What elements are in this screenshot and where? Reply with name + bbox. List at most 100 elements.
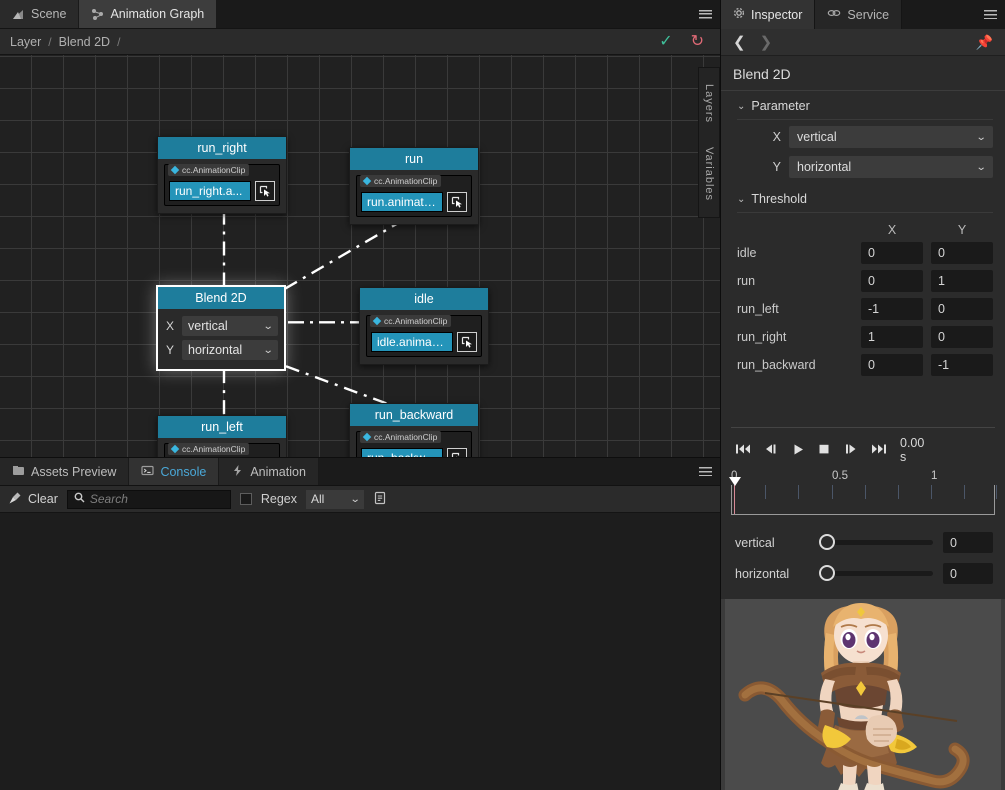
threshold-cell-y[interactable]: 1: [931, 270, 993, 292]
threshold-cell-x[interactable]: 0: [861, 242, 923, 264]
refresh-icon[interactable]: ↻: [691, 33, 704, 50]
console-clear-label: Clear: [28, 492, 58, 506]
editor-menu-button[interactable]: [690, 0, 720, 28]
threshold-cell-y[interactable]: 0: [931, 298, 993, 320]
tab-assets-preview[interactable]: Assets Preview: [0, 458, 130, 485]
parameter-x-label: X: [772, 130, 781, 144]
graph-canvas[interactable]: run_right cc.AnimationClip run_right.a..…: [0, 55, 720, 458]
graph-node-run[interactable]: run cc.AnimationClip run.animation: [349, 147, 479, 225]
timeline-tick-1: 0.5: [832, 470, 848, 482]
clip-picker-icon[interactable]: [447, 192, 467, 212]
blend-param-y-row: Y horizontal ⌄: [164, 340, 278, 360]
step-back-icon[interactable]: [764, 443, 779, 457]
threshold-cell-x[interactable]: -1: [861, 298, 923, 320]
threshold-cell-x[interactable]: 1: [861, 326, 923, 348]
clip-widget: cc.AnimationClip run_left.ani...: [164, 443, 280, 457]
timeline-playhead-handle[interactable]: [729, 477, 741, 486]
clip-picker-icon[interactable]: [447, 448, 467, 457]
clip-name-field[interactable]: run_right.a...: [169, 181, 251, 201]
search-icon: [74, 492, 85, 506]
graph-side-tabs: Layers Variables: [698, 67, 720, 219]
timeline-ruler[interactable]: [729, 477, 997, 515]
graph-node-run-right[interactable]: run_right cc.AnimationClip run_right.a..…: [157, 136, 287, 214]
clip-name-field[interactable]: run.animation: [361, 192, 443, 212]
broom-icon: [8, 491, 22, 508]
dock-tab-spacer: [318, 458, 720, 485]
timeline-playhead[interactable]: [734, 485, 735, 514]
console-clear-button[interactable]: Clear: [8, 491, 58, 508]
node-body: cc.AnimationClip run.animation: [350, 170, 478, 224]
side-tab-variables[interactable]: Variables: [699, 135, 719, 213]
tab-service[interactable]: Service: [815, 0, 903, 29]
tab-inspector[interactable]: Inspector: [721, 0, 816, 29]
slider-vertical-knob[interactable]: [819, 534, 835, 550]
slider-vertical-value[interactable]: 0: [943, 532, 993, 553]
slider-row-horizontal: horizontal 0: [721, 558, 1005, 589]
console-level-select[interactable]: All ⌄: [306, 489, 365, 509]
section-threshold-header[interactable]: ⌄ Threshold: [721, 182, 1005, 212]
chevron-right-icon[interactable]: ❯: [760, 35, 773, 50]
clip-picker-icon[interactable]: [457, 332, 477, 352]
dock-menu-button[interactable]: [690, 467, 720, 476]
slider-horizontal-label: horizontal: [735, 566, 790, 581]
graph-node-run-left[interactable]: run_left cc.AnimationClip run_left.ani..…: [157, 415, 287, 457]
breadcrumb-item-layer[interactable]: Layer: [10, 35, 41, 49]
threshold-cell-x[interactable]: 0: [861, 270, 923, 292]
graph-node-run-backward[interactable]: run_backward cc.AnimationClip run_backw.…: [349, 403, 479, 457]
pin-icon[interactable]: 📌: [976, 34, 993, 51]
tab-animation[interactable]: Animation: [219, 458, 319, 485]
side-tab-layers[interactable]: Layers: [699, 72, 719, 135]
clip-type-label: cc.AnimationClip: [374, 432, 438, 442]
parameter-x-select[interactable]: vertical ⌄: [789, 126, 993, 148]
node-title: run: [350, 148, 478, 170]
inspector-menu-button[interactable]: [975, 10, 1005, 19]
checkmark-icon[interactable]: ✓: [659, 33, 672, 50]
tab-scene[interactable]: Scene: [0, 0, 80, 28]
threshold-col-x: X: [887, 223, 897, 237]
threshold-cell-x[interactable]: 0: [861, 354, 923, 376]
table-row: idle 0 0: [721, 239, 1005, 267]
clip-name-field[interactable]: run_backw...: [361, 448, 443, 457]
breadcrumb-item-blend2d[interactable]: Blend 2D: [59, 35, 110, 49]
editor-tab-bar: Scene Animation Graph: [0, 0, 720, 29]
console-search-box[interactable]: [66, 489, 245, 509]
document-icon[interactable]: [373, 491, 387, 508]
divider: [737, 119, 993, 120]
parameter-y-select[interactable]: horizontal ⌄: [789, 156, 993, 178]
blend-param-x-select[interactable]: vertical ⌄: [182, 316, 278, 336]
chevron-left-icon[interactable]: ❮: [733, 35, 746, 50]
stop-icon[interactable]: [818, 443, 830, 457]
chevron-down-icon: ⌄: [975, 131, 987, 143]
graph-node-idle[interactable]: idle cc.AnimationClip idle.animati...: [359, 287, 489, 365]
slider-horizontal-track[interactable]: [819, 565, 933, 581]
blend-param-y-select[interactable]: horizontal ⌄: [182, 340, 278, 360]
clip-type-label: cc.AnimationClip: [182, 444, 246, 454]
clip-type-badge: cc.AnimationClip: [360, 431, 442, 443]
step-forward-icon[interactable]: [843, 443, 858, 457]
chevron-down-icon: ⌄: [975, 161, 987, 173]
link-icon: [827, 7, 841, 22]
slider-horizontal-knob[interactable]: [819, 565, 835, 581]
inspector-tab-spacer: [902, 0, 1005, 29]
console-search-input[interactable]: [89, 492, 245, 506]
slider-vertical-track[interactable]: [819, 534, 933, 550]
slider-horizontal-value[interactable]: 0: [943, 563, 993, 584]
section-parameter-header[interactable]: ⌄ Parameter: [721, 91, 1005, 119]
clip-row: run.animation: [361, 192, 467, 212]
graph-node-blend-2d[interactable]: Blend 2D X vertical ⌄ Y horizontal ⌄: [156, 285, 286, 371]
breadcrumb-separator-2: /: [117, 34, 121, 49]
tab-animation-graph[interactable]: Animation Graph: [79, 0, 218, 28]
blend-param-x-row: X vertical ⌄: [164, 316, 278, 336]
clip-picker-icon[interactable]: [255, 181, 275, 201]
asset-diamond-icon: [362, 176, 372, 186]
clip-name-field[interactable]: idle.animati...: [371, 332, 453, 352]
play-icon[interactable]: [792, 443, 805, 458]
skip-to-end-icon[interactable]: [871, 443, 887, 457]
clip-type-label: cc.AnimationClip: [384, 316, 448, 326]
threshold-cell-y[interactable]: 0: [931, 242, 993, 264]
threshold-cell-y[interactable]: -1: [931, 354, 993, 376]
threshold-cell-y[interactable]: 0: [931, 326, 993, 348]
tab-console[interactable]: Console: [129, 458, 220, 485]
model-preview[interactable]: [721, 599, 1005, 790]
skip-to-start-icon[interactable]: [735, 443, 751, 457]
